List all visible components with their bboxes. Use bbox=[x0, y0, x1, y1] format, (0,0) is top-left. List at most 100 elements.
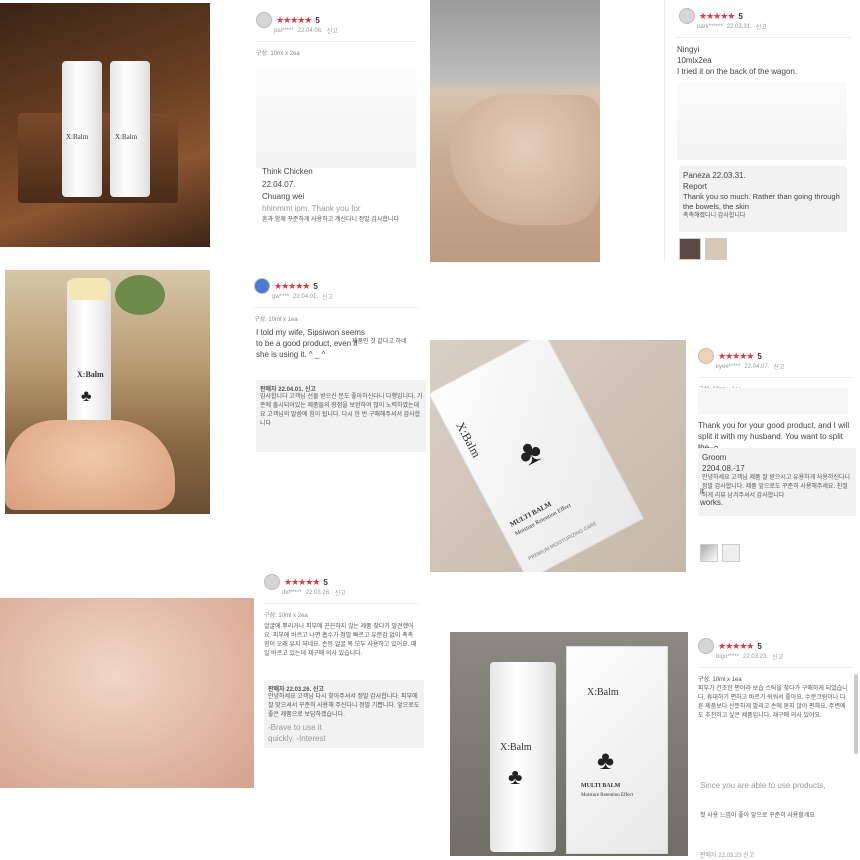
review-date: 22.03.31. bbox=[726, 23, 752, 30]
reply-report: Report bbox=[683, 182, 708, 191]
thumbnail-1[interactable] bbox=[679, 238, 701, 260]
reviewer-id: pai***** bbox=[274, 27, 294, 34]
review-card-1: ★★★★★ 5 pai***** 22.04.06. 신고 구성: 10ml x… bbox=[248, 8, 424, 246]
reply-tail: 촉촉해졌다니 감사합니다 bbox=[683, 213, 746, 219]
translated-text: Since you are able to use products, bbox=[700, 781, 826, 790]
avatar bbox=[698, 348, 714, 364]
reviewer-id: dkf***** bbox=[282, 589, 302, 596]
review-card-5: ★★★★★ 5 dkf***** 22.03.26. 신고 구성: 10ml x… bbox=[256, 566, 426, 792]
review-tile-6: X:Balm ♣ X:Balm ♣ MULTI BALM Moisture Re… bbox=[446, 630, 860, 860]
box-brand-label: X:Balm bbox=[587, 687, 619, 698]
reply-text: 안녕하세요 고객님 다시 찾아주셔서 정말 감사합니다. 피부에 잘 맞으셔서 … bbox=[268, 694, 420, 718]
product-brand-label: X:Balm bbox=[453, 419, 484, 460]
reply-text: 안녕하세요 고객님 제품 잘 받으시고 유용하게 사용하신다니 정말 감사합니다… bbox=[702, 475, 851, 499]
reply-text: 감사합니다 고객님 선물 받으신 분도 좋아하신다니 다행입니다. 기존에 출시… bbox=[260, 394, 423, 427]
translated-tail-2: works. bbox=[700, 498, 724, 507]
product-tube-right bbox=[110, 61, 150, 197]
review-card-2: ★★★★★ 5 park****** 22.03.31. 신고 Ningyi 1… bbox=[664, 0, 860, 262]
report-link[interactable]: 신고 bbox=[772, 652, 783, 661]
product-brand-label: X:Balm bbox=[66, 133, 89, 141]
translated-text: -Brave to use it quickly. -Interest bbox=[268, 723, 326, 743]
reply-author: Paneza 22.03.31. bbox=[683, 171, 746, 180]
blurred-review-text bbox=[256, 68, 416, 168]
report-link[interactable]: 신고 bbox=[322, 292, 333, 301]
seller-reply: Paneza 22.03.31. Report Thank you so muc… bbox=[679, 166, 847, 232]
review-tile-5: ★★★★★ 5 dkf***** 22.03.26. 신고 구성: 10ml x… bbox=[0, 566, 428, 792]
product-box: X:Balm ♣ MULTI BALM Moisture Retention E… bbox=[430, 340, 645, 572]
seller-reply-text: 혼과 함께 꾸준하게 사용하고 계신다니 정말 감사합니다 bbox=[262, 217, 399, 223]
review-date: 22.03.23. bbox=[743, 653, 769, 660]
hand-shape bbox=[450, 95, 600, 225]
report-link[interactable]: 신고 bbox=[773, 362, 784, 371]
reply-text: Thank you so much. Rather than going thr… bbox=[683, 192, 840, 211]
translation-text: hhinmmi ipm. Thank you for bbox=[262, 204, 361, 213]
reviewer-id: park****** bbox=[697, 23, 723, 30]
translated-option-2: 10mlx2ea bbox=[677, 56, 712, 65]
rating-score: 5 bbox=[738, 11, 743, 21]
rating-score: 5 bbox=[323, 577, 328, 587]
avatar bbox=[679, 8, 695, 24]
reviewer-id: bigo***** bbox=[716, 653, 740, 660]
thumbnail-1[interactable] bbox=[700, 544, 718, 562]
translation-date: 22.04.07. bbox=[262, 180, 296, 189]
review-thumbnails bbox=[679, 238, 728, 262]
star-rating-icon: ★★★★★ bbox=[699, 10, 735, 21]
blurred-review-text bbox=[698, 388, 848, 414]
product-brand-label: X:Balm bbox=[77, 370, 104, 379]
reply-header: 판매자 22.03.26. 신고 bbox=[268, 687, 324, 693]
translated-review: I tried it on the back of the wagon. bbox=[677, 67, 798, 76]
review-tile-1: X:Balm X:Balm ★★★★★ 5 pai***** 22.04.06.… bbox=[0, 0, 428, 248]
review-ko-tail: 제품인 것 같다고 하네 bbox=[352, 339, 407, 345]
review-card-6: ★★★★★ 5 bigo***** 22.03.23. 신고 구성: 10ml … bbox=[690, 630, 860, 860]
avatar bbox=[698, 638, 714, 654]
tree-logo-icon: ♣ bbox=[508, 764, 523, 789]
rating-score: 5 bbox=[757, 351, 762, 361]
thumbnail-2[interactable] bbox=[705, 238, 728, 260]
product-sub: PREMIUM MOISTURIZING CARE bbox=[527, 520, 598, 563]
box-tree-logo-icon: ♣ bbox=[597, 745, 615, 775]
balm-stick-top bbox=[69, 278, 109, 300]
review-date: 22.04.07. bbox=[744, 363, 770, 370]
review-tile-4: X:Balm ♣ MULTI BALM Moisture Retention E… bbox=[430, 338, 860, 574]
review-tile-3: X:Balm ♣ ★★★★★ 5 gw**** 22.04.01. 신고 구성:… bbox=[0, 268, 428, 518]
star-rating-icon: ★★★★★ bbox=[718, 350, 754, 361]
report-link[interactable]: 신고 bbox=[335, 588, 346, 597]
product-brand-label-2: X:Balm bbox=[115, 133, 138, 141]
review-date: 22.04.06. bbox=[297, 27, 323, 34]
review-card-3: ★★★★★ 5 gw**** 22.04.01. 신고 구성: 10ml x 1… bbox=[246, 268, 426, 516]
review-date: 22.03.26. bbox=[305, 589, 331, 596]
star-rating-icon: ★★★★★ bbox=[718, 640, 754, 651]
thumbnail-2[interactable] bbox=[722, 544, 741, 562]
avatar bbox=[264, 574, 280, 590]
rating-score: 5 bbox=[315, 15, 320, 25]
avatar bbox=[256, 12, 272, 28]
review-card-4: ★★★★★ 5 kyee***** 22.04.07. 신고 구성: 10ml … bbox=[692, 338, 858, 574]
blurred-review-text bbox=[677, 82, 847, 160]
report-link[interactable]: 신고 bbox=[327, 26, 338, 35]
box-product-tagline: Moisture Retention Effect bbox=[581, 793, 634, 798]
hand-shape bbox=[5, 420, 175, 510]
rating-score: 5 bbox=[313, 281, 318, 291]
product-tube bbox=[490, 662, 556, 852]
review-tile-2: ★★★★★ 5 park****** 22.03.31. 신고 Ningyi 1… bbox=[430, 0, 860, 262]
purchase-option: 구성: 10ml x 2ea bbox=[256, 51, 300, 57]
translated-tail-1: it bbox=[700, 487, 704, 496]
product-box-and-tube-photo: X:Balm ♣ X:Balm ♣ MULTI BALM Moisture Re… bbox=[450, 632, 688, 856]
star-rating-icon: ★★★★★ bbox=[276, 14, 312, 25]
rating-score: 5 bbox=[757, 641, 762, 651]
review-text: 얼굴에 뿌리거나 피부에 끈끈하지 않는 제품 찾다가 발견했어요. 피부에 바… bbox=[264, 624, 417, 657]
reply-header: 판매자 22.04.01. 신고 bbox=[260, 387, 316, 393]
report-link[interactable]: 신고 bbox=[756, 22, 767, 31]
box-product-name: MULTI BALM bbox=[581, 783, 621, 789]
avatar bbox=[254, 278, 270, 294]
product-photo-wood-stand: X:Balm X:Balm bbox=[0, 3, 210, 247]
reply-date: 2204.08.-17 bbox=[702, 464, 745, 473]
product-photo-hand-hold: X:Balm ♣ bbox=[5, 270, 210, 514]
scrollbar[interactable] bbox=[854, 674, 858, 754]
plant-decor bbox=[115, 275, 165, 315]
review-footer: 첫 사용 느낌이 좋아 앞으로 꾸준히 사용할게요 bbox=[700, 813, 815, 819]
hand-skin-photo-1 bbox=[430, 0, 600, 262]
reviewer-id: kyee***** bbox=[716, 363, 741, 370]
review-text: 구성: 10ml x 1ea 피부가 건조한 편이라 보습 스틱을 찾다가 구매… bbox=[698, 677, 848, 719]
translated-option: Ningyi bbox=[677, 45, 700, 54]
